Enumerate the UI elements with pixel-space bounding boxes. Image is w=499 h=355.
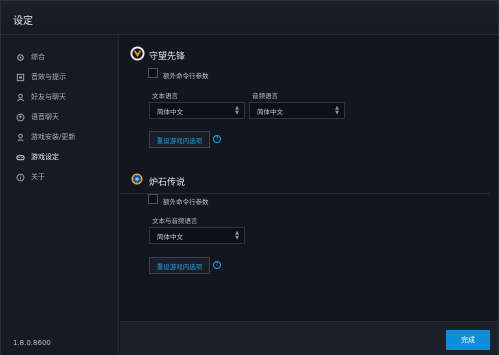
section-divider [120, 193, 490, 194]
gamepad-icon [15, 152, 25, 162]
help-icon[interactable]: ? [213, 261, 221, 269]
sidebar: 综合 音效与提示 好友与聊天 语音聊天 游戏安装/更新 游戏设定 关于 1.8.… [1, 35, 119, 355]
sound-icon [15, 72, 25, 82]
hearthstone-lang-label: 文本与音频语言 [152, 217, 198, 225]
sidebar-item-label: 游戏安装/更新 [31, 133, 76, 141]
overwatch-logo-icon [130, 46, 145, 63]
download-icon [15, 132, 25, 142]
friends-icon [15, 92, 25, 102]
hearthstone-extra-args-checkbox[interactable] [148, 194, 158, 204]
sidebar-item-sound[interactable]: 音效与提示 [15, 69, 115, 85]
scrollbar[interactable] [490, 35, 498, 321]
sidebar-item-label: 好友与聊天 [31, 93, 66, 101]
settings-window: 设定 综合 音效与提示 好友与聊天 语音聊天 游戏安装/更新 游戏设定 关于 1… [0, 0, 499, 355]
hearthstone-lang-select[interactable]: 简体中文 ▲ ▼ [149, 227, 245, 244]
select-arrows-icon: ▲ ▼ [235, 230, 239, 241]
version-label: 1.8.0.8600 [13, 339, 51, 347]
select-value: 简体中文 [157, 107, 183, 116]
hearthstone-reset-button[interactable]: 重设游戏内选项 [149, 257, 210, 274]
overwatch-extra-args-checkbox[interactable] [148, 68, 158, 78]
overwatch-text-lang-label: 文本语言 [152, 92, 178, 100]
sidebar-item-label: 游戏设定 [31, 153, 59, 161]
done-button[interactable]: 完成 [446, 330, 490, 350]
overwatch-extra-args-label: 额外命令行参数 [163, 72, 209, 80]
sidebar-item-label: 音效与提示 [31, 73, 66, 81]
game-settings-panel: 守望先锋 额外命令行参数 文本语言 音频语言 简体中文 ▲ ▼ 简体中文 ▲ ▼ 重… [120, 35, 490, 321]
info-icon [15, 172, 25, 182]
select-value: 简体中文 [157, 232, 183, 241]
sidebar-item-voice[interactable]: 语音聊天 [15, 109, 115, 125]
overwatch-audio-lang-label: 音频语言 [252, 92, 278, 100]
sidebar-item-install-update[interactable]: 游戏安装/更新 [15, 129, 115, 145]
hearthstone-title: 炉石传说 [149, 178, 186, 188]
gear-icon [15, 52, 25, 62]
hearthstone-extra-args-label: 额外命令行参数 [163, 198, 209, 206]
title-bar: 设定 [1, 1, 498, 35]
sidebar-item-about[interactable]: 关于 [15, 169, 115, 185]
overwatch-text-lang-select[interactable]: 简体中文 ▲ ▼ [149, 102, 245, 119]
select-arrows-icon: ▲ ▼ [335, 105, 339, 116]
sidebar-item-label: 语音聊天 [31, 113, 59, 121]
footer-bar: 完成 [120, 321, 498, 355]
sidebar-item-game-settings[interactable]: 游戏设定 [15, 149, 115, 165]
window-title: 设定 [13, 16, 33, 27]
microphone-icon [15, 112, 25, 122]
sidebar-item-label: 关于 [31, 173, 45, 181]
select-arrows-icon: ▲ ▼ [235, 105, 239, 116]
sidebar-item-general[interactable]: 综合 [15, 49, 115, 65]
help-icon[interactable]: ? [213, 135, 221, 143]
hearthstone-logo-icon [130, 172, 144, 188]
overwatch-reset-button[interactable]: 重设游戏内选项 [149, 131, 210, 148]
sidebar-item-label: 综合 [31, 53, 45, 61]
select-value: 简体中文 [257, 107, 283, 116]
overwatch-audio-lang-select[interactable]: 简体中文 ▲ ▼ [249, 102, 345, 119]
overwatch-title: 守望先锋 [149, 52, 186, 62]
sidebar-item-friends[interactable]: 好友与聊天 [15, 89, 115, 105]
